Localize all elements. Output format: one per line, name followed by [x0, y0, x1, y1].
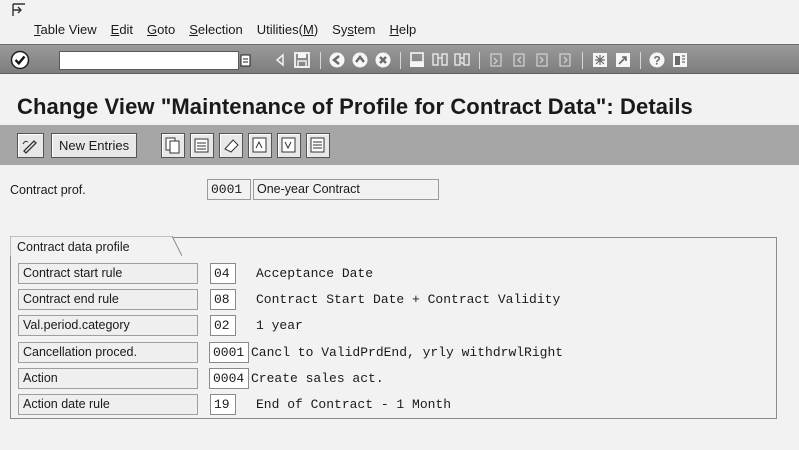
contract-start-rule-field[interactable]: 04	[210, 263, 236, 284]
enter-icon[interactable]	[9, 49, 31, 71]
command-history-icon[interactable]	[238, 51, 253, 70]
menu-bar: Table View Edit Goto Selection Utilities…	[0, 0, 799, 44]
cancellation-proced-label: Cancellation proced.	[18, 342, 198, 363]
menu-utilities-post: )	[313, 22, 319, 37]
contract-prof-code-field[interactable]: 0001	[207, 179, 251, 200]
action-label: Action	[18, 368, 198, 389]
menu-utilities-pre: Utilities(	[256, 22, 303, 37]
display-change-button[interactable]	[17, 133, 44, 158]
first-page-icon[interactable]	[486, 50, 506, 70]
variable-list-button[interactable]	[306, 133, 330, 158]
menu-goto[interactable]: Goto	[147, 22, 175, 37]
contract-prof-label: Contract prof.	[10, 183, 86, 197]
find-icon[interactable]	[430, 50, 450, 70]
menu-selection-label: election	[197, 22, 243, 37]
print-icon[interactable]	[407, 50, 427, 70]
next-entry-button[interactable]	[277, 133, 301, 158]
toolbar-separator	[479, 52, 480, 69]
menu-goto-key: G	[147, 22, 158, 37]
copy-as-button[interactable]	[161, 133, 185, 158]
menu-help[interactable]: Help	[390, 22, 417, 37]
menu-selection-key: S	[189, 22, 198, 37]
exit-icon[interactable]	[350, 50, 370, 70]
menu-help-key: H	[389, 22, 399, 37]
contract-start-rule-description: Acceptance Date	[256, 266, 374, 281]
menu-edit-key: E	[110, 22, 120, 37]
next-entry-icon	[281, 137, 296, 153]
previous-entry-button[interactable]	[248, 133, 272, 158]
menu-goto-label: oto	[157, 22, 176, 37]
eraser-icon	[224, 139, 239, 153]
group-box-title: Contract data profile	[17, 240, 130, 254]
command-field[interactable]	[59, 51, 239, 70]
next-page-icon[interactable]	[532, 50, 552, 70]
new-entries-button[interactable]: New Entries	[51, 133, 138, 158]
layout-icon[interactable]	[670, 50, 690, 70]
application-toolbar: New Entries	[0, 125, 799, 165]
menu-edit[interactable]: Edit	[111, 22, 133, 37]
menu-table-view-label: able View	[40, 22, 97, 37]
contract-end-rule-field[interactable]: 08	[210, 289, 236, 310]
cancellation-proced-field[interactable]: 0001	[209, 342, 249, 363]
menu-items: Table View Edit Goto Selection Utilities…	[34, 22, 416, 37]
action-description: Create sales act.	[251, 371, 384, 386]
menu-utilities-key: M	[302, 22, 314, 37]
contract-end-rule-label: Contract end rule	[18, 289, 198, 310]
copy-icon	[165, 137, 180, 154]
val-period-category-label: Val.period.category	[18, 315, 198, 336]
undo-change-button[interactable]	[219, 133, 243, 158]
contract-end-rule-description: Contract Start Date + Contract Validity	[256, 292, 561, 307]
delete-icon	[194, 138, 209, 153]
content-area: Contract prof. 0001 One-year Contract Co…	[0, 165, 799, 450]
menu-system[interactable]: System	[332, 22, 375, 37]
action-date-rule-label: Action date rule	[18, 394, 198, 415]
menu-table-view[interactable]: Table View	[34, 22, 97, 37]
back-icon[interactable]	[327, 50, 347, 70]
menu-selection[interactable]: Selection	[189, 22, 242, 37]
val-period-category-description: 1 year	[256, 318, 303, 333]
list-icon	[310, 137, 325, 153]
toolbar-separator	[582, 52, 583, 69]
menu-help-label: elp	[398, 22, 417, 37]
pencil-glasses-icon	[22, 140, 37, 154]
title-bar: Change View "Maintenance of Profile for …	[0, 74, 799, 122]
menu-edit-label: dit	[119, 22, 134, 37]
shortcut-icon[interactable]	[613, 50, 633, 70]
previous-entry-icon	[252, 137, 267, 153]
action-field[interactable]: 0004	[209, 368, 249, 389]
help-icon[interactable]: ?	[647, 50, 667, 70]
val-period-category-field[interactable]: 02	[210, 315, 236, 336]
find-next-icon[interactable]	[452, 50, 472, 70]
menu-system-pre: Sy	[332, 22, 348, 37]
save-icon[interactable]	[292, 50, 312, 70]
contract-prof-description: One-year Contract	[253, 179, 439, 200]
standard-toolbar: ?	[0, 44, 799, 74]
contract-start-rule-label: Contract start rule	[18, 263, 198, 284]
toolbar-separator	[400, 52, 401, 69]
menu-utilities[interactable]: Utilities(M)	[257, 22, 318, 37]
cancel-icon[interactable]	[373, 50, 393, 70]
last-page-icon[interactable]	[555, 50, 575, 70]
create-session-icon[interactable]	[590, 50, 610, 70]
previous-page-icon[interactable]	[509, 50, 529, 70]
svg-text:?: ?	[653, 54, 660, 68]
toolbar-separator	[320, 52, 321, 69]
menu-system-post: tem	[353, 22, 376, 37]
page-title: Change View "Maintenance of Profile for …	[17, 94, 693, 119]
back-arrow-icon[interactable]	[270, 50, 290, 70]
action-date-rule-field[interactable]: 19	[210, 394, 236, 415]
cancellation-proced-description: Cancl to ValidPrdEnd, yrly withdrwlRight	[251, 345, 564, 360]
system-menu-icon[interactable]	[12, 3, 26, 17]
delete-button[interactable]	[190, 133, 214, 158]
toolbar-separator	[640, 52, 641, 69]
action-date-rule-description: End of Contract - 1 Month	[256, 397, 452, 412]
